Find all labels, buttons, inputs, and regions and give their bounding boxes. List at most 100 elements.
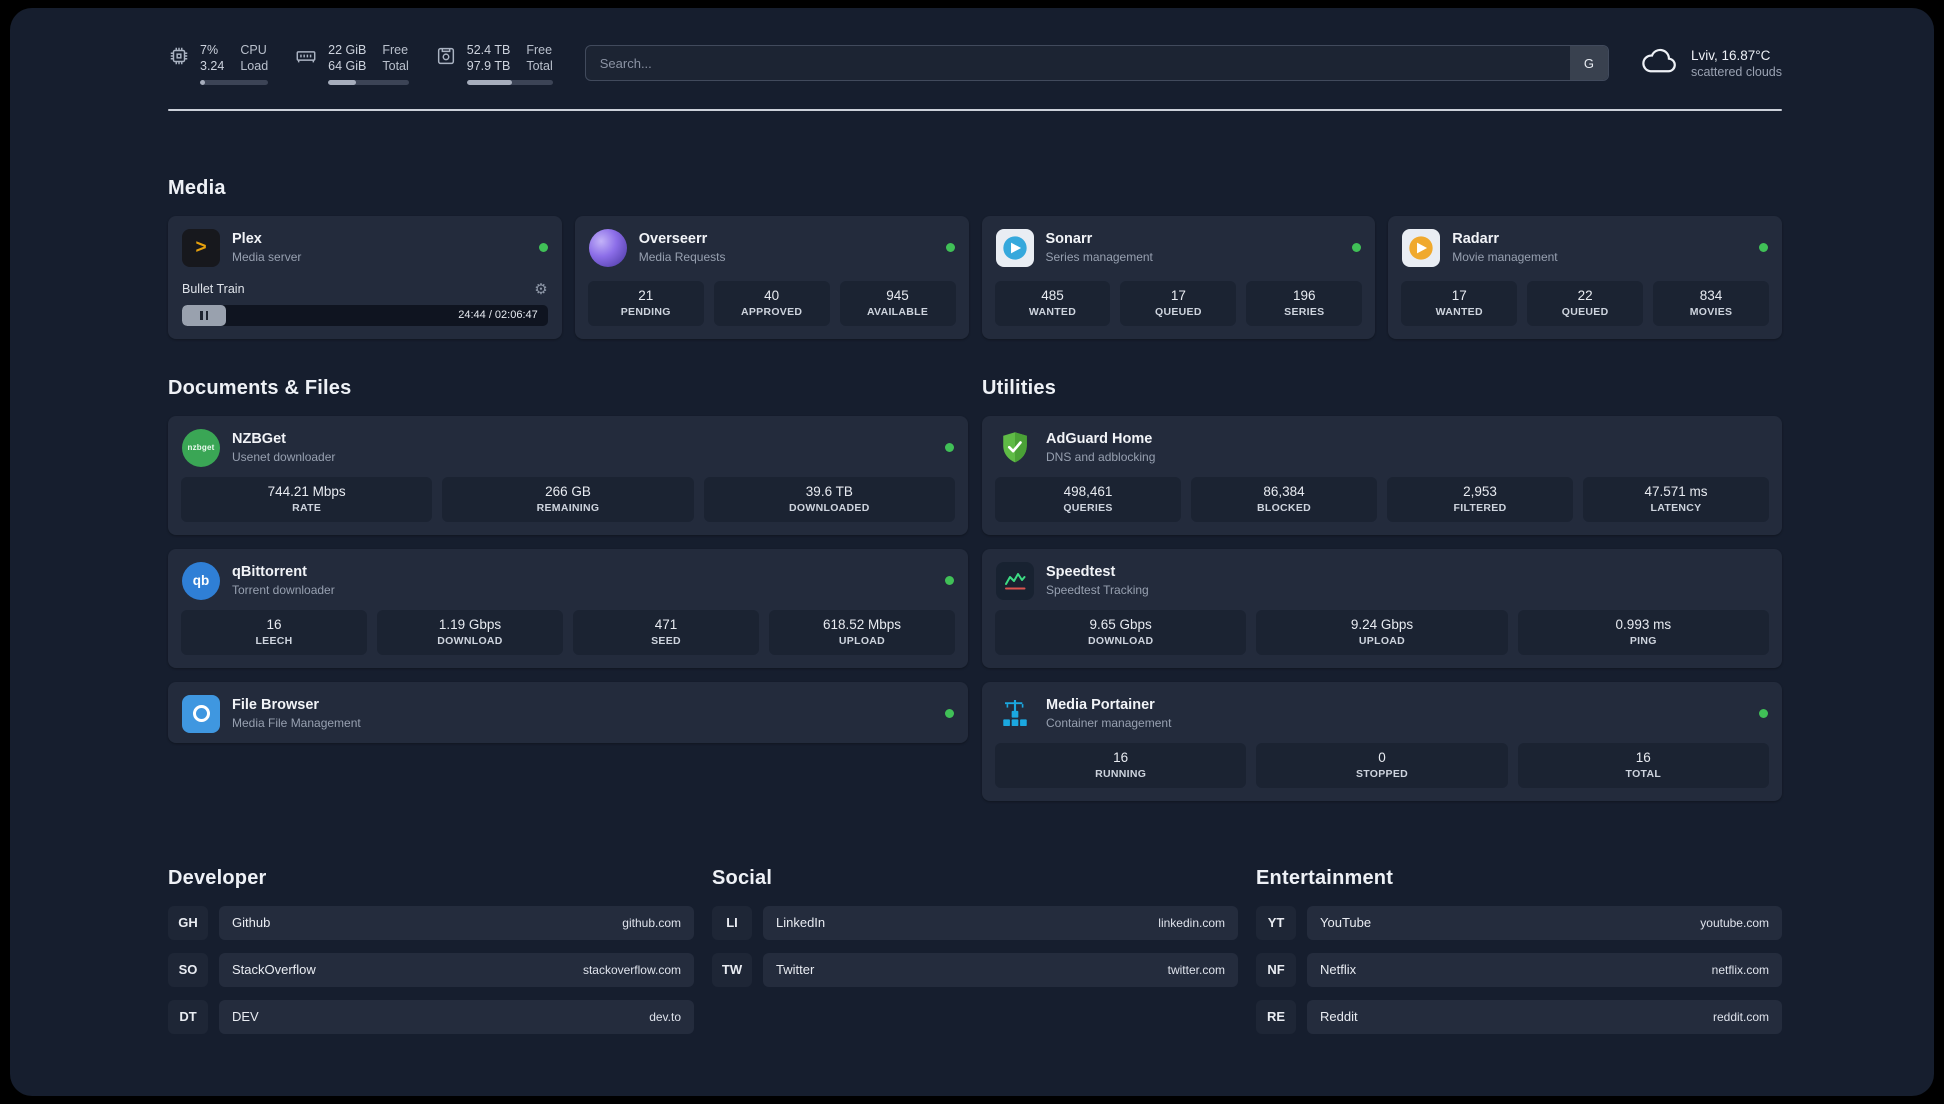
- stat-download: 9.65 Gbps DOWNLOAD: [995, 609, 1247, 655]
- radarr-icon: [1402, 228, 1441, 267]
- bookmark-abbr: NF: [1256, 952, 1296, 987]
- stat-seed: 471 SEED: [573, 609, 759, 655]
- stat-latency: 47.571 ms LATENCY: [1583, 476, 1769, 522]
- cpu-label-bottom: Load: [240, 59, 269, 74]
- cpu-widget: 7% 3.24 CPU Load: [168, 42, 269, 85]
- stat-series: 196 SERIES: [1246, 280, 1363, 326]
- app-card-speedtest: Speedtest Speedtest Tracking 9.65 Gbps D…: [982, 548, 1782, 668]
- status-dot-online: [945, 243, 955, 252]
- section-title-social: Social: [712, 866, 773, 889]
- stat-approved: 40 APPROVED: [713, 280, 830, 326]
- stat-ping: 0.993 ms PING: [1517, 609, 1769, 655]
- stat-filtered: 2,953 FILTERED: [1387, 476, 1573, 522]
- bookmark-abbr: LI: [712, 905, 752, 940]
- app-header-plex[interactable]: > Plex Media server: [168, 216, 562, 277]
- header-divider: [168, 108, 1782, 111]
- status-dot-online: [945, 576, 954, 585]
- bookmark-abbr: DT: [168, 999, 208, 1034]
- weather-condition: scattered clouds: [1690, 64, 1782, 79]
- plex-progress-bar[interactable]: 24:44 / 02:06:47: [182, 304, 548, 326]
- cpu-label-top: CPU: [240, 43, 267, 57]
- stat-downloaded: 39.6 TB DOWNLOADED: [703, 476, 955, 522]
- section-title-documents: Documents & Files: [168, 376, 352, 399]
- app-card-portainer: Media Portainer Container management 16 …: [982, 681, 1782, 801]
- storage-label-top: Free: [526, 43, 553, 57]
- pause-button[interactable]: [182, 304, 226, 326]
- dashboard-panel: 7% 3.24 CPU Load 22 GiB 64 GiB Free Tota…: [10, 8, 1934, 1096]
- app-card-filebrowser: File Browser Media File Management: [168, 681, 968, 743]
- memory-widget: 22 GiB 64 GiB Free Total: [294, 42, 409, 85]
- memory-label-bottom: Total: [382, 59, 409, 74]
- storage-widget: 52.4 TB 97.9 TB Free Total: [435, 42, 553, 85]
- bookmark-youtube[interactable]: YT YouTube youtube.com: [1256, 905, 1782, 940]
- bookmark-stackoverflow[interactable]: SO StackOverflow stackoverflow.com: [168, 952, 694, 987]
- status-dot-online: [538, 243, 548, 252]
- app-header-portainer[interactable]: Media Portainer Container management: [982, 682, 1782, 743]
- bookmark-group-developer: Developer GH Github github.com SO StackO…: [168, 867, 694, 1047]
- sonarr-icon: [995, 228, 1034, 267]
- bookmark-abbr: YT: [1256, 905, 1296, 940]
- storage-free-value: 52.4 TB: [466, 43, 511, 57]
- app-header-nzbget[interactable]: nzbget NZBGet Usenet downloader: [168, 416, 968, 477]
- memory-total-value: 64 GiB: [328, 59, 367, 74]
- overseerr-icon: [588, 228, 627, 267]
- adguard-shield-icon: [996, 429, 1034, 467]
- bookmark-abbr: RE: [1256, 999, 1296, 1034]
- cpu-load-value: 3.24: [200, 59, 225, 74]
- app-card-plex: > Plex Media server Bullet Train ⚙ 24:44…: [168, 215, 562, 339]
- weather-location: Lviv, 16.87°C: [1690, 47, 1771, 63]
- app-header-radarr[interactable]: Radarr Movie management: [1388, 216, 1782, 277]
- bookmark-github[interactable]: GH Github github.com: [168, 905, 694, 940]
- cloud-icon: [1641, 46, 1679, 81]
- qbittorrent-icon: qb: [182, 561, 220, 600]
- bookmark-abbr: TW: [712, 952, 752, 987]
- filebrowser-icon: [182, 694, 220, 733]
- bookmark-dev[interactable]: DT DEV dev.to: [168, 999, 694, 1034]
- bookmark-twitter[interactable]: TW Twitter twitter.com: [712, 952, 1238, 987]
- status-dot-online: [1759, 709, 1768, 718]
- weather-widget: Lviv, 16.87°C scattered clouds: [1641, 46, 1782, 81]
- gear-icon[interactable]: ⚙: [534, 280, 547, 298]
- stat-wanted: 17 WANTED: [1401, 280, 1518, 326]
- section-title-developer: Developer: [168, 866, 267, 889]
- stat-upload: 9.24 Gbps UPLOAD: [1256, 609, 1508, 655]
- cpu-usage-value: 7%: [200, 43, 219, 57]
- storage-icon: [435, 45, 457, 72]
- search-input[interactable]: [584, 45, 1609, 82]
- memory-icon: [294, 45, 318, 72]
- now-playing-title: Bullet Train: [182, 281, 245, 296]
- stat-running: 16 RUNNING: [995, 742, 1247, 788]
- stat-blocked: 86,384 BLOCKED: [1191, 476, 1377, 522]
- bookmark-reddit[interactable]: RE Reddit reddit.com: [1256, 999, 1782, 1034]
- bookmark-netflix[interactable]: NF Netflix netflix.com: [1256, 952, 1782, 987]
- bookmark-linkedin[interactable]: LI LinkedIn linkedin.com: [712, 905, 1238, 940]
- app-header-overseerr[interactable]: Overseerr Media Requests: [575, 216, 969, 277]
- search-engine-button[interactable]: G: [1569, 46, 1608, 81]
- speedtest-graph-icon: [996, 561, 1034, 600]
- cpu-usage-bar: [200, 79, 269, 85]
- stat-queued: 22 QUEUED: [1527, 280, 1644, 326]
- memory-label-top: Free: [382, 43, 409, 57]
- app-card-nzbget: nzbget NZBGet Usenet downloader 744.21 M…: [168, 415, 968, 535]
- bookmark-group-social: Social LI LinkedIn linkedin.com TW Twitt…: [712, 867, 1238, 1047]
- bookmark-abbr: GH: [168, 905, 208, 940]
- stat-movies: 834 MOVIES: [1653, 280, 1770, 326]
- plex-icon: >: [182, 228, 220, 267]
- app-header-qbittorrent[interactable]: qb qBittorrent Torrent downloader: [168, 549, 968, 610]
- stat-available: 945 AVAILABLE: [839, 280, 956, 326]
- playback-time: 24:44 / 02:06:47: [458, 309, 538, 321]
- app-header-speedtest[interactable]: Speedtest Speedtest Tracking: [982, 549, 1782, 610]
- app-header-filebrowser[interactable]: File Browser Media File Management: [168, 682, 968, 743]
- app-header-sonarr[interactable]: Sonarr Series management: [982, 216, 1376, 277]
- app-card-overseerr: Overseerr Media Requests 21 PENDING 40 A…: [574, 215, 969, 339]
- section-title-media: Media: [168, 176, 226, 199]
- stat-remaining: 266 GB REMAINING: [442, 476, 694, 522]
- app-card-radarr: Radarr Movie management 17 WANTED 22 QUE…: [1388, 215, 1782, 339]
- section-documents: Documents & Files nzbget NZBGet Usenet d…: [168, 377, 968, 801]
- app-header-adguard[interactable]: AdGuard Home DNS and adblocking: [982, 416, 1782, 477]
- bookmark-abbr: SO: [168, 952, 208, 987]
- app-card-qbittorrent: qb qBittorrent Torrent downloader 16 LEE…: [168, 548, 968, 668]
- stat-rate: 744.21 Mbps RATE: [181, 476, 433, 522]
- cpu-icon: [168, 45, 190, 72]
- status-dot-online: [945, 443, 954, 452]
